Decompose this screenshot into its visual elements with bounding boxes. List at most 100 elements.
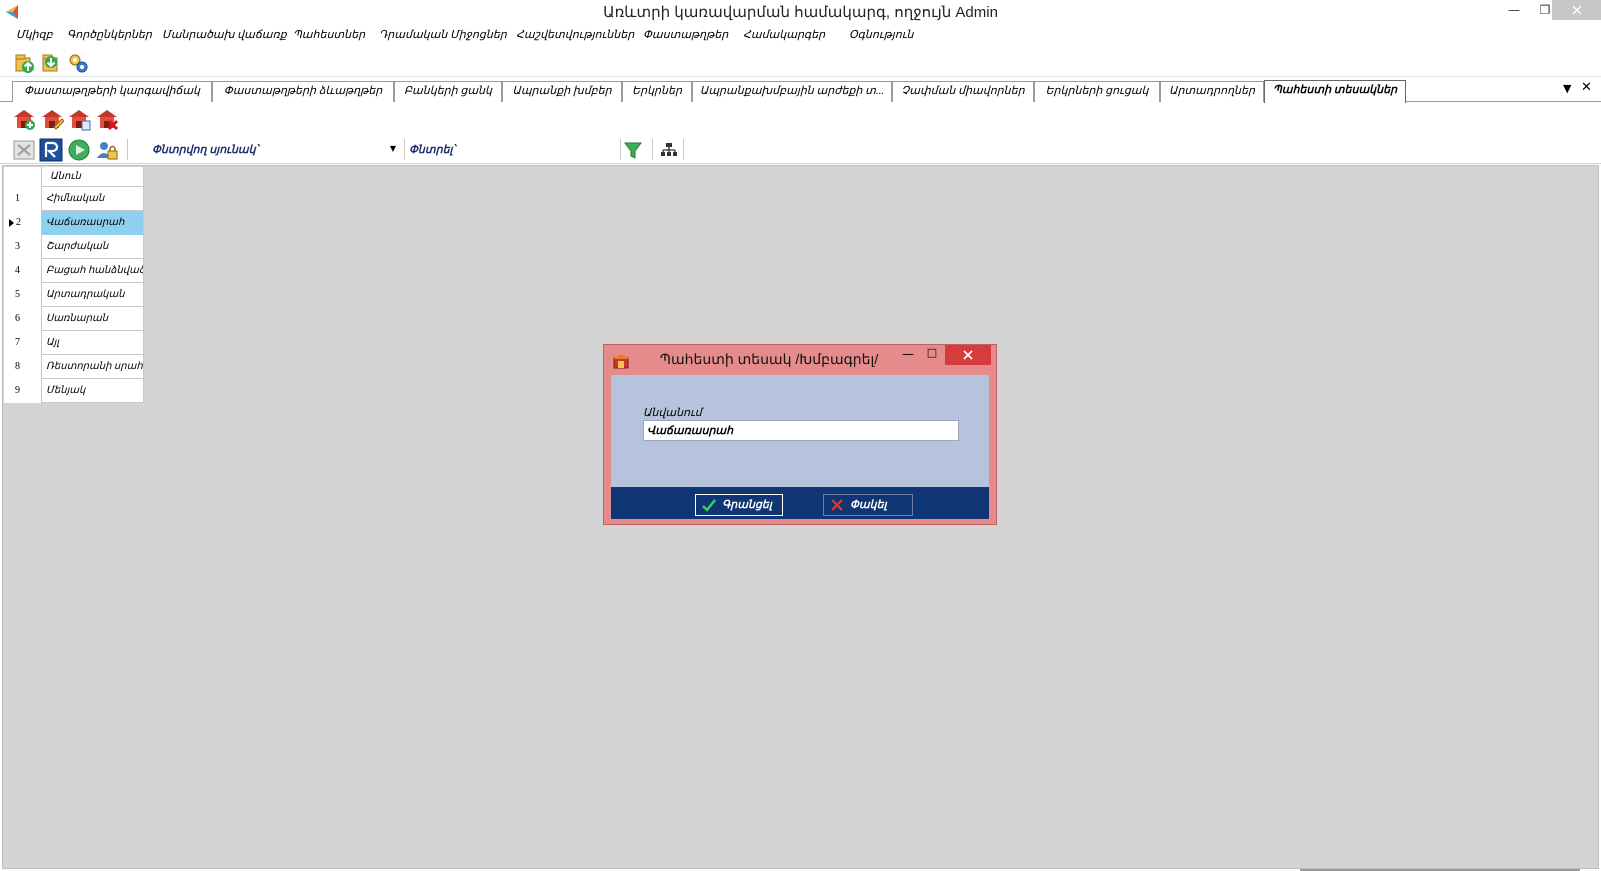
row-name-cell[interactable]: Վաճառասրահ (42, 211, 144, 235)
row-number: 7 (4, 331, 42, 355)
table-row[interactable]: 6 Սառնարան (4, 307, 144, 331)
tab-document-statuses[interactable]: Փաստաթղթերի կարգավիճակ (12, 81, 212, 102)
settings-gears-icon[interactable] (67, 52, 89, 74)
checkmark-icon (702, 499, 716, 512)
dialog-close-button[interactable] (945, 345, 991, 365)
menu-item-retail[interactable]: Մանրածախ վաճառք (162, 28, 287, 41)
row-number-value: 2 (16, 217, 21, 228)
close-grid-icon[interactable] (12, 138, 36, 162)
menu-item-partners[interactable]: Գործընկերներ (67, 28, 152, 41)
toolbar-separator (683, 139, 684, 160)
menu-item-systems[interactable]: Համակարգեր (743, 28, 825, 41)
tab-manufacturers[interactable]: Արտադրողներ (1160, 81, 1264, 102)
menu-bar: Մկիզբ Գործընկերներ Մանրածախ վաճառք Պահես… (0, 24, 1601, 46)
table-row-selected[interactable]: 2 Վաճառասրահ (4, 211, 144, 235)
close-icon (1572, 5, 1581, 15)
dialog-body: Անվանում Վաճառասրահ (611, 375, 989, 487)
filter-icon[interactable] (623, 138, 643, 162)
play-icon[interactable] (67, 138, 91, 162)
tab-units[interactable]: Չափման միավորներ (892, 81, 1034, 102)
close-icon (963, 350, 973, 360)
toolbar-separator (620, 139, 621, 160)
dialog-minimize-button[interactable]: — (898, 347, 918, 365)
refresh-icon[interactable] (39, 138, 63, 162)
tab-country-list[interactable]: Երկրների ցուցակ (1034, 81, 1160, 102)
row-name-cell[interactable]: Շարժական (42, 235, 144, 259)
tab-countries[interactable]: Երկրներ (622, 81, 692, 102)
table-row[interactable]: 8 Ռեստորանի սրահ (4, 355, 144, 379)
close-dialog-button[interactable]: Փակել (823, 494, 913, 516)
row-number: 4 (4, 259, 42, 283)
tab-product-groups[interactable]: Ապրանքի խմբեր (502, 81, 622, 102)
row-number: 3 (4, 235, 42, 259)
row-number: 2 (4, 211, 42, 235)
toolbar-separator (652, 139, 653, 160)
dialog-title: Պահեստի տեսակ /Խմբագրել/ (659, 351, 879, 367)
filter-toolbar: Փնտրվող սյունակ՝ ▼ Փնտրել՝ (0, 134, 1601, 164)
warehouse-types-grid: Անուն 1 Հիմնական 2 Վաճառասրահ 3 Շարժական… (4, 167, 144, 403)
title-bar: Առևտրի կառավարման համակարգ, ողջույն Admi… (0, 0, 1601, 24)
menu-item-documents[interactable]: Փաստաթղթեր (643, 28, 728, 41)
copy-warehouse-icon[interactable] (67, 107, 91, 131)
table-row[interactable]: 1 Հիմնական (4, 187, 144, 211)
row-number: 5 (4, 283, 42, 307)
tab-list-dropdown-icon[interactable]: ▼ (1563, 82, 1571, 95)
search-column-select[interactable]: ▼ (270, 140, 400, 159)
row-number: 6 (4, 307, 42, 331)
chevron-down-icon: ▼ (389, 144, 396, 153)
toolbar-separator (404, 139, 405, 160)
name-field-label: Անվանում (643, 407, 702, 419)
name-field[interactable]: Վաճառասրահ (643, 420, 959, 441)
menu-item-start[interactable]: Մկիզբ (16, 28, 53, 41)
upload-icon[interactable] (13, 52, 35, 74)
menu-item-help[interactable]: Օգնություն (849, 28, 913, 41)
quick-toolbar (0, 47, 1601, 77)
table-row[interactable]: 9 Մենյակ (4, 379, 144, 403)
row-name-cell[interactable]: Հիմնական (42, 187, 144, 211)
dialog-footer: Գրանցել Փակել (611, 487, 989, 519)
search-input[interactable] (464, 140, 616, 159)
menu-item-cash[interactable]: Դրամական Միջոցներ (379, 28, 507, 41)
edit-warehouse-icon[interactable] (40, 107, 64, 131)
row-name-cell[interactable]: Սառնարան (42, 307, 144, 331)
row-name-cell[interactable]: Ռեստորանի սրահ (42, 355, 144, 379)
save-button-label: Գրանցել (722, 499, 772, 511)
menu-item-reports[interactable]: Հաշվետվություններ (516, 28, 634, 41)
window-title: Առևտրի կառավարման համակարգ, ողջույն Admi… (603, 4, 998, 21)
row-name-cell[interactable]: Մենյակ (42, 379, 144, 403)
save-button[interactable]: Գրանցել (695, 494, 783, 516)
menu-item-warehouses[interactable]: Պահեստներ (293, 28, 365, 41)
table-row[interactable]: 4 Բացահ հանձնված (4, 259, 144, 283)
row-number: 1 (4, 187, 42, 211)
grid-header-row: Անուն (4, 167, 144, 191)
row-number: 8 (4, 355, 42, 379)
tab-close-icon[interactable]: ✕ (1581, 80, 1592, 95)
download-icon[interactable] (40, 52, 62, 74)
hierarchy-icon[interactable] (658, 138, 680, 162)
action-toolbar (0, 103, 1601, 133)
row-pointer-icon (9, 219, 14, 227)
tab-document-forms[interactable]: Փաստաթղթերի ձևաթղթեր (212, 81, 394, 102)
row-name-cell[interactable]: Արտադրական (42, 283, 144, 307)
table-row[interactable]: 7 Այլ (4, 331, 144, 355)
row-name-cell[interactable]: Այլ (42, 331, 144, 355)
tab-strip: Փաստաթղթերի կարգավիճակ Փաստաթղթերի ձևաթղ… (0, 78, 1601, 103)
search-label: Փնտրել՝ (409, 144, 456, 156)
edit-warehouse-type-dialog: Պահեստի տեսակ /Խմբագրել/ — □ Անվանում Վա… (603, 344, 997, 525)
close-button[interactable] (1552, 0, 1601, 20)
users-lock-icon[interactable] (95, 138, 119, 162)
row-name-cell[interactable]: Բացահ հանձնված (42, 259, 144, 283)
delete-warehouse-icon[interactable] (95, 107, 119, 131)
search-column-label: Փնտրվող սյունակ՝ (152, 144, 259, 156)
cross-icon (831, 499, 843, 511)
row-number: 9 (4, 379, 42, 403)
tab-product-value-types[interactable]: Ապրանքախմբային արժեքի տ... (692, 81, 892, 102)
tab-warehouse-types[interactable]: Պահեստի տեսակներ (1264, 80, 1406, 103)
table-row[interactable]: 5 Արտադրական (4, 283, 144, 307)
toolbar-separator (127, 139, 128, 160)
minimize-button[interactable]: — (1499, 0, 1529, 20)
tab-banks[interactable]: Բանկերի ցանկ (394, 81, 502, 102)
table-row[interactable]: 3 Շարժական (4, 235, 144, 259)
add-warehouse-icon[interactable] (12, 107, 36, 131)
dialog-maximize-button[interactable]: □ (922, 346, 942, 364)
